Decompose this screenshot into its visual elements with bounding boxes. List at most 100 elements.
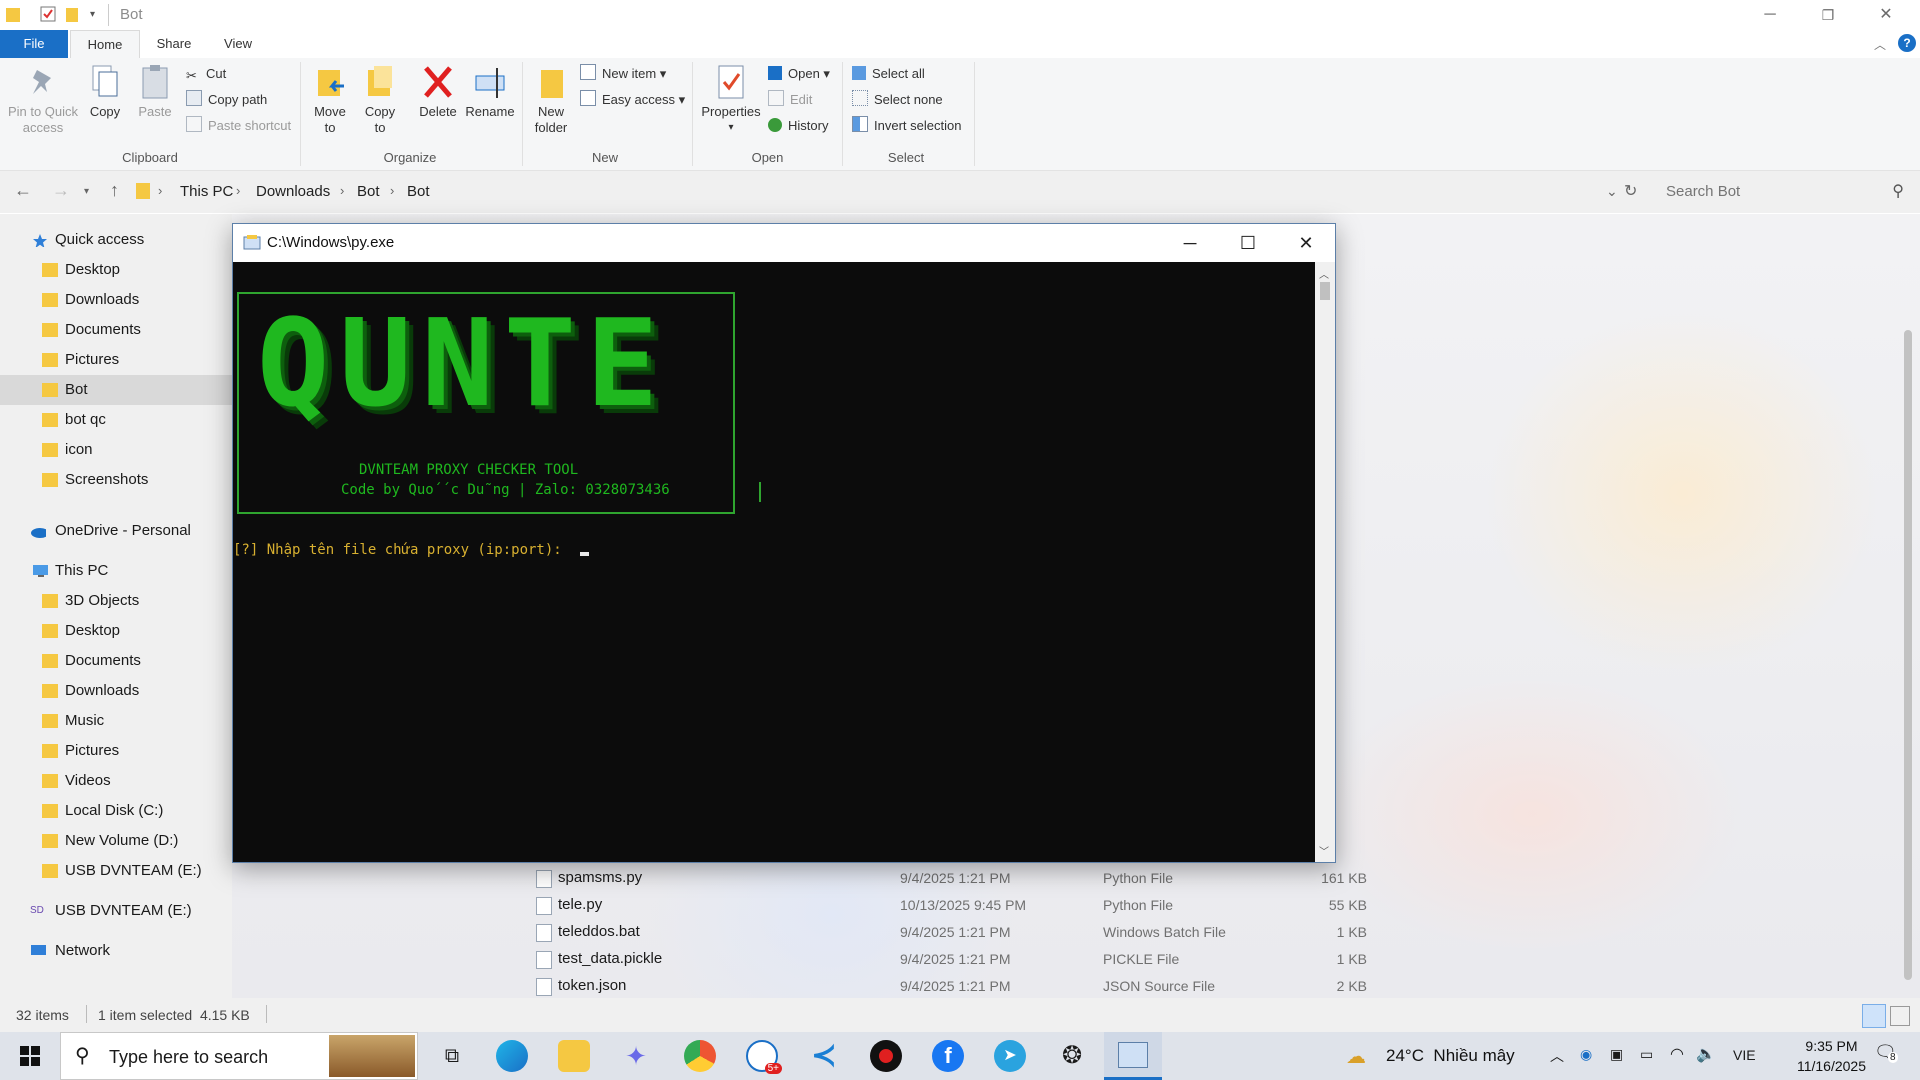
input-prompt[interactable]: [?] Nhập tên file chứa proxy (ip:port):: [233, 542, 590, 558]
tab-share[interactable]: Share: [140, 30, 208, 58]
paste-button[interactable]: Paste: [134, 64, 176, 120]
python-console-taskbar-button[interactable]: [1104, 1032, 1162, 1080]
history-button[interactable]: History: [768, 116, 828, 136]
tab-view[interactable]: View: [206, 30, 270, 58]
file-row[interactable]: teleddos.bat 9/4/2025 1:21 PM Windows Batc…: [532, 919, 1432, 945]
copy-path-button[interactable]: Copy path: [186, 90, 267, 110]
help-icon[interactable]: ?: [1898, 34, 1916, 52]
volume-icon[interactable]: 🔈: [1696, 1044, 1716, 1064]
cut-button[interactable]: ✂ Cut: [186, 64, 226, 84]
task-view-icon[interactable]: ⧉: [436, 1040, 468, 1072]
new-item-button[interactable]: New item ▾: [580, 64, 666, 84]
paste-shortcut-button[interactable]: Paste shortcut: [186, 116, 291, 136]
details-view-icon[interactable]: [1862, 1004, 1886, 1028]
telegram-icon[interactable]: ➤: [994, 1040, 1026, 1072]
file-row[interactable]: test_data.pickle 9/4/2025 1:21 PM PICKLE F…: [532, 946, 1432, 972]
nav-quick-pictures[interactable]: Pictures: [0, 345, 232, 375]
camera-icon[interactable]: ▣: [1610, 1046, 1623, 1063]
copy-button[interactable]: Copy: [84, 64, 126, 120]
new-folder-quick-icon[interactable]: [66, 6, 84, 24]
tab-file[interactable]: File: [0, 30, 68, 58]
close-button[interactable]: ✕: [1857, 0, 1915, 30]
gemini-icon[interactable]: ✦: [620, 1040, 652, 1072]
breadcrumb-this-pc[interactable]: This PC: [180, 183, 233, 200]
battery-icon[interactable]: ▭: [1640, 1046, 1653, 1063]
pin-quick-access-button[interactable]: Pin to Quick access: [6, 64, 80, 136]
nav-pc-new-volume-d-[interactable]: New Volume (D:): [0, 826, 232, 856]
nav-pc-documents[interactable]: Documents: [0, 646, 232, 676]
nav-quick-downloads[interactable]: Downloads: [0, 285, 232, 315]
open-button[interactable]: Open ▾: [768, 64, 830, 84]
nav-pc-desktop[interactable]: Desktop: [0, 616, 232, 646]
wifi-icon[interactable]: ◠: [1670, 1044, 1684, 1064]
file-row[interactable]: spamsms.py 9/4/2025 1:21 PM Python File 161…: [532, 865, 1432, 891]
rename-button[interactable]: Rename: [464, 64, 516, 120]
collapse-ribbon-icon[interactable]: ︿: [1874, 36, 1886, 53]
console-scrollbar[interactable]: ︿ ﹀: [1315, 262, 1335, 862]
properties-button[interactable]: Properties ▾: [696, 64, 766, 136]
back-arrow-icon[interactable]: ←: [14, 180, 32, 201]
nav-pc-music[interactable]: Music: [0, 706, 232, 736]
scroll-thumb[interactable]: [1320, 282, 1330, 300]
recent-locations-icon[interactable]: ▾: [84, 186, 89, 197]
file-row[interactable]: tele.py 10/13/2025 9:45 PM Python File 55 K…: [532, 892, 1432, 918]
edge-icon[interactable]: [496, 1040, 528, 1072]
restore-button[interactable]: ❐: [1799, 0, 1857, 30]
refresh-icon[interactable]: ↻: [1624, 181, 1637, 201]
up-arrow-icon[interactable]: ↑: [110, 180, 119, 201]
zalo-icon[interactable]: 5+: [746, 1040, 782, 1074]
nav-quick-bot-qc[interactable]: bot qc: [0, 405, 232, 435]
facebook-icon[interactable]: f: [932, 1040, 964, 1072]
weather-text[interactable]: 24°C Nhiều mây: [1386, 1046, 1515, 1066]
tab-home[interactable]: Home: [70, 30, 140, 59]
nav-pc-pictures[interactable]: Pictures: [0, 736, 232, 766]
nav-quick-bot[interactable]: Bot: [0, 375, 232, 405]
forward-arrow-icon[interactable]: →: [52, 180, 70, 201]
nav-usb-drive[interactable]: SD USB DVNTEAM (E:): [0, 896, 232, 926]
file-row[interactable]: token.json 9/4/2025 1:21 PM JSON Source Fi…: [532, 973, 1432, 999]
nav-pc-usb-dvnteam-e-[interactable]: USB DVNTEAM (E:): [0, 856, 232, 886]
select-all-button[interactable]: Select all: [852, 64, 925, 84]
search-input[interactable]: [1664, 182, 1868, 201]
nav-quick-access[interactable]: Quick access: [0, 225, 232, 255]
nav-quick-documents[interactable]: Documents: [0, 315, 232, 345]
vertical-scrollbar[interactable]: [1904, 330, 1912, 980]
customize-toolbar-icon[interactable]: ▾: [90, 9, 108, 27]
scroll-down-icon[interactable]: ﹀: [1319, 843, 1329, 858]
search-icon[interactable]: ⚲: [1892, 181, 1904, 201]
taskbar-clock[interactable]: 9:35 PM 11/16/2025: [1797, 1036, 1866, 1076]
properties-quick-icon[interactable]: [40, 6, 58, 24]
chatgpt-icon[interactable]: ❂: [1056, 1040, 1088, 1072]
delete-button[interactable]: Delete: [414, 64, 462, 120]
console-titlebar[interactable]: C:\Windows\py.exe ─ ☐ ✕: [233, 224, 1335, 262]
console-maximize-button[interactable]: ☐: [1219, 224, 1277, 262]
console-output[interactable]: QUNTE DVNTEAM PROXY CHECKER TOOL Code by…: [233, 262, 1315, 862]
nav-quick-desktop[interactable]: Desktop: [0, 255, 232, 285]
nav-pc-local-disk-c-[interactable]: Local Disk (C:): [0, 796, 232, 826]
language-indicator[interactable]: VIE: [1733, 1047, 1756, 1063]
console-minimize-button[interactable]: ─: [1161, 224, 1219, 262]
windows-start-icon[interactable]: [20, 1046, 40, 1066]
breadcrumb-bot[interactable]: Bot: [357, 183, 380, 200]
nav-pc-videos[interactable]: Videos: [0, 766, 232, 796]
move-to-button[interactable]: Move to: [310, 64, 350, 136]
easy-access-button[interactable]: Easy access ▾: [580, 90, 685, 110]
copy-to-button[interactable]: Copy to: [360, 64, 400, 136]
nav-network[interactable]: Network: [0, 936, 232, 966]
address-dropdown-icon[interactable]: ⌄: [1606, 183, 1618, 200]
file-explorer-icon[interactable]: [558, 1040, 590, 1072]
nav-onedrive[interactable]: OneDrive - Personal: [0, 516, 232, 546]
console-window[interactable]: C:\Windows\py.exe ─ ☐ ✕ QUNTE DVNTEAM PR…: [232, 223, 1336, 863]
select-none-button[interactable]: Select none: [852, 90, 943, 110]
nav-this-pc[interactable]: This PC: [0, 556, 232, 586]
new-folder-button[interactable]: New folder: [530, 64, 572, 136]
record-icon[interactable]: [870, 1040, 902, 1072]
nav-quick-icon[interactable]: icon: [0, 435, 232, 465]
invert-selection-button[interactable]: Invert selection: [852, 116, 961, 136]
taskbar-search-box[interactable]: ⚲ Type here to search: [60, 1032, 418, 1080]
vscode-icon[interactable]: ≺: [808, 1040, 840, 1072]
breadcrumb-bot-current[interactable]: Bot: [407, 183, 430, 200]
weather-icon[interactable]: ☁: [1346, 1044, 1366, 1069]
search-box[interactable]: ⚲: [1656, 179, 1910, 205]
chrome-icon[interactable]: [684, 1040, 716, 1072]
